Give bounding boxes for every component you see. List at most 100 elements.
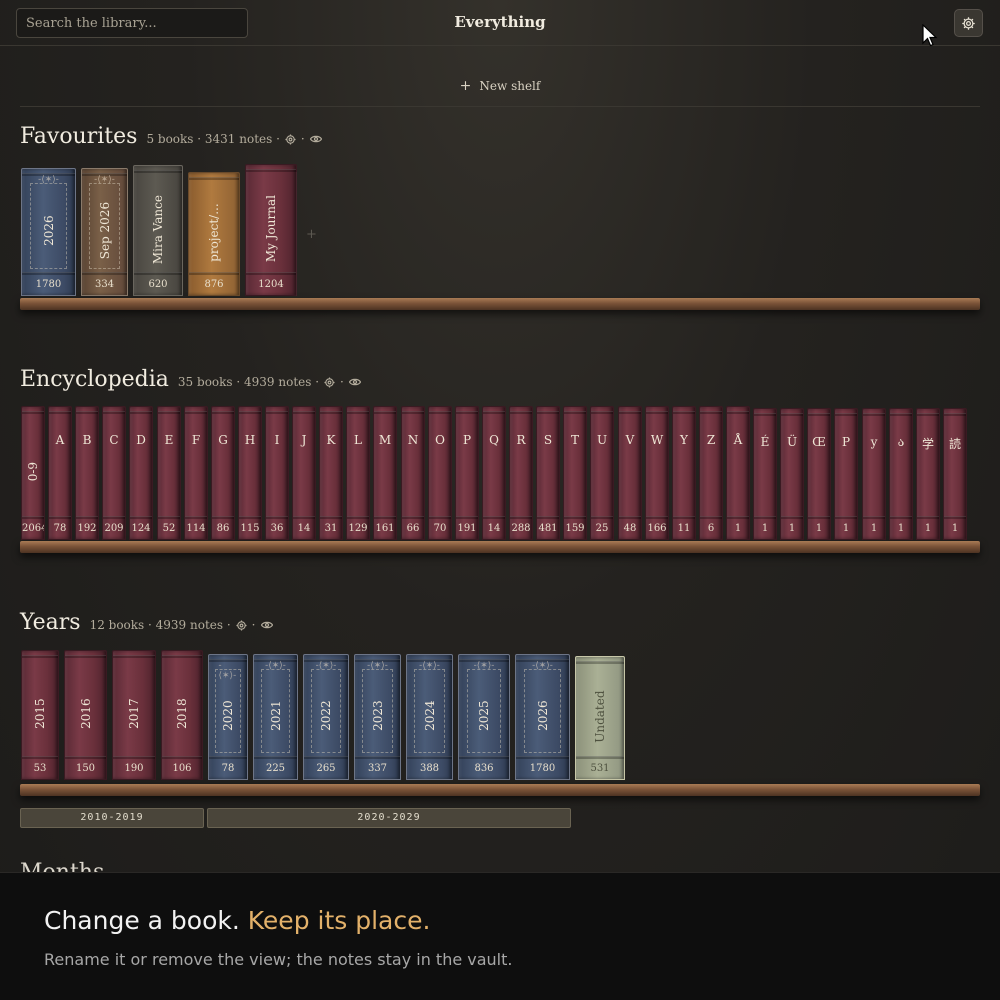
book-spine[interactable]: L 129 bbox=[346, 406, 370, 540]
book-title: B bbox=[82, 433, 92, 447]
book-spine[interactable]: S 481 bbox=[536, 406, 560, 540]
eye-icon[interactable] bbox=[260, 620, 273, 630]
book-spine[interactable]: K 31 bbox=[319, 406, 343, 540]
book-spine[interactable]: O 70 bbox=[428, 406, 452, 540]
book-spine[interactable]: Mira Vance 620 bbox=[133, 165, 183, 296]
book-note-count: 14 bbox=[297, 523, 311, 534]
eye-icon[interactable] bbox=[348, 377, 361, 387]
gear-icon[interactable] bbox=[236, 619, 247, 631]
book-title: M bbox=[378, 433, 392, 447]
book-spine[interactable]: A 78 bbox=[48, 406, 72, 540]
book-spine[interactable]: H 115 bbox=[238, 406, 262, 540]
book-spine[interactable]: 学1 bbox=[916, 408, 940, 540]
spine-band bbox=[459, 756, 509, 759]
spine-band bbox=[130, 411, 152, 414]
gear-icon[interactable] bbox=[285, 133, 296, 145]
headline-accent: Keep its place. bbox=[247, 906, 431, 935]
book-note-count: 70 bbox=[433, 523, 447, 534]
book-title: 2016 bbox=[78, 698, 93, 729]
book-title: H bbox=[244, 433, 256, 447]
spine-band bbox=[209, 756, 247, 759]
book-spine[interactable]: -⟨✶⟩- 2022 265 bbox=[303, 654, 349, 780]
book-spine[interactable]: ა1 bbox=[889, 408, 913, 540]
shelf-title[interactable]: Favourites bbox=[20, 124, 137, 149]
book-spine[interactable]: 2018 106 bbox=[161, 650, 203, 780]
shelf-meta: 12 books · 4939 notes · · bbox=[90, 618, 273, 632]
spine-band bbox=[456, 411, 478, 414]
book-spine[interactable]: G 86 bbox=[211, 406, 235, 540]
book-note-count: 1 bbox=[788, 523, 796, 534]
book-spine[interactable]: у1 bbox=[862, 408, 886, 540]
book-spine[interactable]: B 192 bbox=[75, 406, 99, 540]
book-spine[interactable]: Ü1 bbox=[780, 408, 804, 540]
book-note-count: 388 bbox=[419, 763, 440, 774]
book-spine[interactable]: J 14 bbox=[292, 406, 316, 540]
new-shelf-button[interactable]: + New shelf bbox=[0, 78, 1000, 94]
book-spine[interactable]: Undated 531 bbox=[575, 656, 625, 780]
book-spine[interactable]: Ρ1 bbox=[834, 408, 858, 540]
book-spine[interactable]: T 159 bbox=[563, 406, 587, 540]
book-spine[interactable]: Œ1 bbox=[807, 408, 831, 540]
book-spine[interactable]: R 288 bbox=[509, 406, 533, 540]
decade-tab-2010s[interactable]: 2010-2019 bbox=[20, 808, 204, 828]
book-spine[interactable]: C 209 bbox=[102, 406, 126, 540]
book-note-count: 1 bbox=[842, 523, 850, 534]
book-spine[interactable]: -⟨✶⟩- 2023 337 bbox=[354, 654, 401, 780]
book-spine[interactable]: Y 11 bbox=[672, 406, 696, 540]
book-title: W bbox=[650, 433, 664, 447]
book-spine[interactable]: P 191 bbox=[455, 406, 479, 540]
book-spine[interactable]: -⟨✶⟩- 2026 1780 bbox=[21, 168, 76, 296]
book-spine[interactable]: 2015 53 bbox=[21, 650, 59, 780]
book-spine[interactable]: -⟨✶⟩- 2025 836 bbox=[458, 654, 510, 780]
decade-tab-2020s[interactable]: 2020-2029 bbox=[207, 808, 571, 828]
book-spine[interactable]: N 66 bbox=[401, 406, 425, 540]
spine-band bbox=[347, 411, 369, 414]
book-spine[interactable]: I 36 bbox=[265, 406, 289, 540]
book-spine[interactable]: E 52 bbox=[157, 406, 181, 540]
book-title: J bbox=[301, 433, 307, 447]
spine-band bbox=[65, 655, 106, 658]
book-spine[interactable]: 読1 bbox=[943, 408, 967, 540]
book-spine[interactable]: É1 bbox=[753, 408, 777, 540]
book-spine[interactable]: -⟨✶⟩- 2024 388 bbox=[406, 654, 453, 780]
book-title: 2024 bbox=[422, 700, 437, 731]
spine-band bbox=[516, 756, 569, 759]
book-spine[interactable]: 0-9 2064 bbox=[21, 406, 45, 540]
book-spine[interactable]: Q 14 bbox=[482, 406, 506, 540]
spine-band bbox=[22, 272, 75, 275]
spine-band bbox=[754, 413, 776, 416]
book-spine[interactable]: My Journal 1204 bbox=[245, 164, 297, 296]
spine-band bbox=[564, 516, 586, 519]
separator-dot: · bbox=[251, 618, 256, 632]
book-spine[interactable]: D 124 bbox=[129, 406, 153, 540]
book-spine[interactable]: U 25 bbox=[590, 406, 614, 540]
book-spine[interactable]: -⟨✶⟩- 2021 225 bbox=[253, 654, 298, 780]
book-spine[interactable]: V 48 bbox=[618, 406, 642, 540]
book-spine[interactable]: project/... 876 bbox=[188, 172, 240, 296]
spine-band bbox=[76, 516, 98, 519]
eye-icon[interactable] bbox=[309, 134, 322, 144]
book-spine[interactable]: M 161 bbox=[373, 406, 397, 540]
spine-band bbox=[239, 516, 261, 519]
spine-band bbox=[727, 411, 749, 414]
book-spine[interactable]: -⟨✶⟩- 2026 1780 bbox=[515, 654, 570, 780]
gear-icon[interactable] bbox=[324, 376, 335, 388]
shelf-title[interactable]: Years bbox=[20, 610, 81, 635]
book-note-count: 191 bbox=[457, 523, 477, 534]
spine-band bbox=[619, 516, 641, 519]
book-title: Q bbox=[489, 433, 499, 447]
book-spine[interactable]: W 166 bbox=[645, 406, 669, 540]
settings-button[interactable] bbox=[954, 9, 983, 37]
shelf-title[interactable]: Encyclopedia bbox=[20, 367, 169, 392]
spine-band bbox=[185, 411, 207, 414]
spine-band bbox=[564, 411, 586, 414]
add-book-slot[interactable]: + bbox=[296, 172, 326, 296]
book-spine[interactable]: -⟨✶⟩- 2020 78 bbox=[208, 654, 248, 780]
book-note-count: 124 bbox=[131, 523, 151, 534]
book-spine[interactable]: F 114 bbox=[184, 406, 208, 540]
book-spine[interactable]: -⟨✶⟩- Sep 2026 334 bbox=[81, 168, 128, 296]
book-spine[interactable]: 2017 190 bbox=[112, 650, 156, 780]
book-spine[interactable]: 2016 150 bbox=[64, 650, 107, 780]
book-spine[interactable]: Å1 bbox=[726, 406, 750, 540]
book-spine[interactable]: Z6 bbox=[699, 406, 723, 540]
